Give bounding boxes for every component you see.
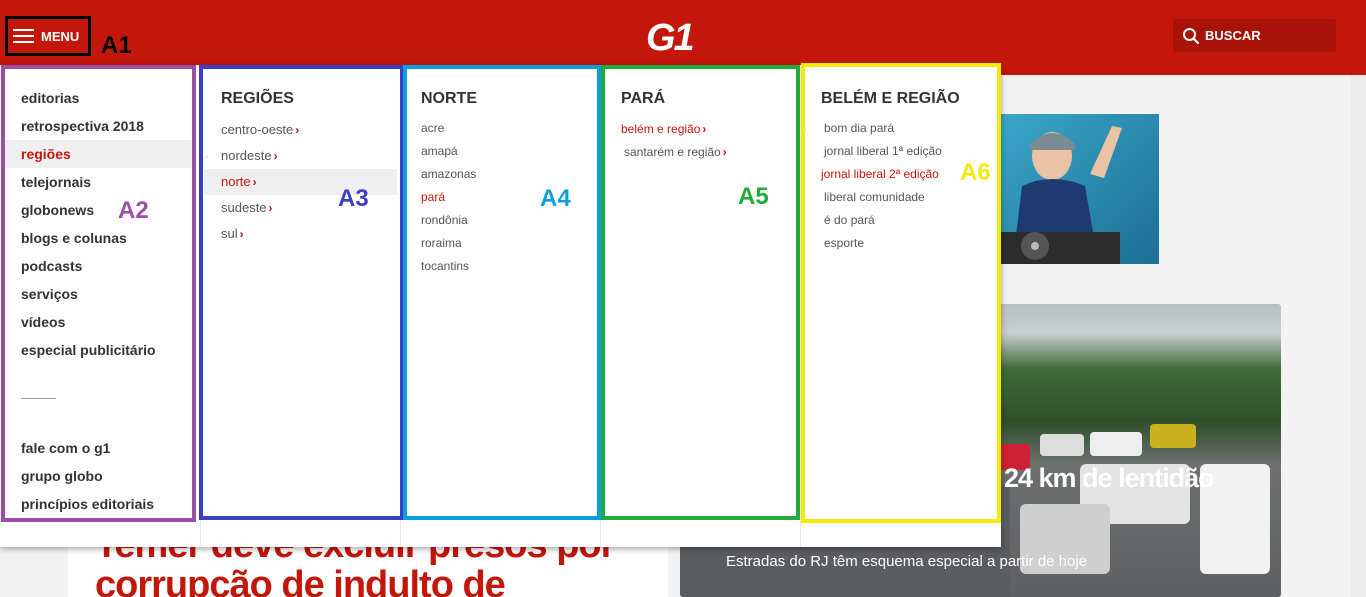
annotation-a5: A5 <box>738 183 769 210</box>
annotation-box-a6 <box>801 63 1001 523</box>
scrollbar[interactable] <box>1351 0 1366 597</box>
menu-label: MENU <box>41 28 80 44</box>
search-icon <box>1183 27 1200 44</box>
annotation-box-a5 <box>601 65 800 520</box>
annotation-box-a4 <box>403 65 601 520</box>
annotation-a3: A3 <box>338 185 369 212</box>
traffic-headline[interactable]: 24 km de lentidão <box>1004 463 1215 494</box>
g1-logo[interactable]: G1 <box>646 19 695 57</box>
dj-news-image[interactable] <box>1000 114 1159 264</box>
annotation-a4: A4 <box>540 185 571 212</box>
search-label: BUSCAR <box>1205 28 1261 43</box>
menu-button[interactable]: MENU <box>5 16 91 56</box>
annotation-box-a2 <box>1 65 196 522</box>
annotation-a6: A6 <box>960 159 991 186</box>
annotation-box-a3 <box>199 65 404 520</box>
site-header: MENU G1 BUSCAR <box>0 0 1366 75</box>
hamburger-icon <box>13 28 34 44</box>
search-button[interactable]: BUSCAR <box>1173 19 1336 52</box>
annotation-a1: A1 <box>101 32 132 59</box>
traffic-caption[interactable]: Estradas do RJ têm esquema especial a pa… <box>726 553 1087 570</box>
annotation-a2: A2 <box>118 197 149 224</box>
